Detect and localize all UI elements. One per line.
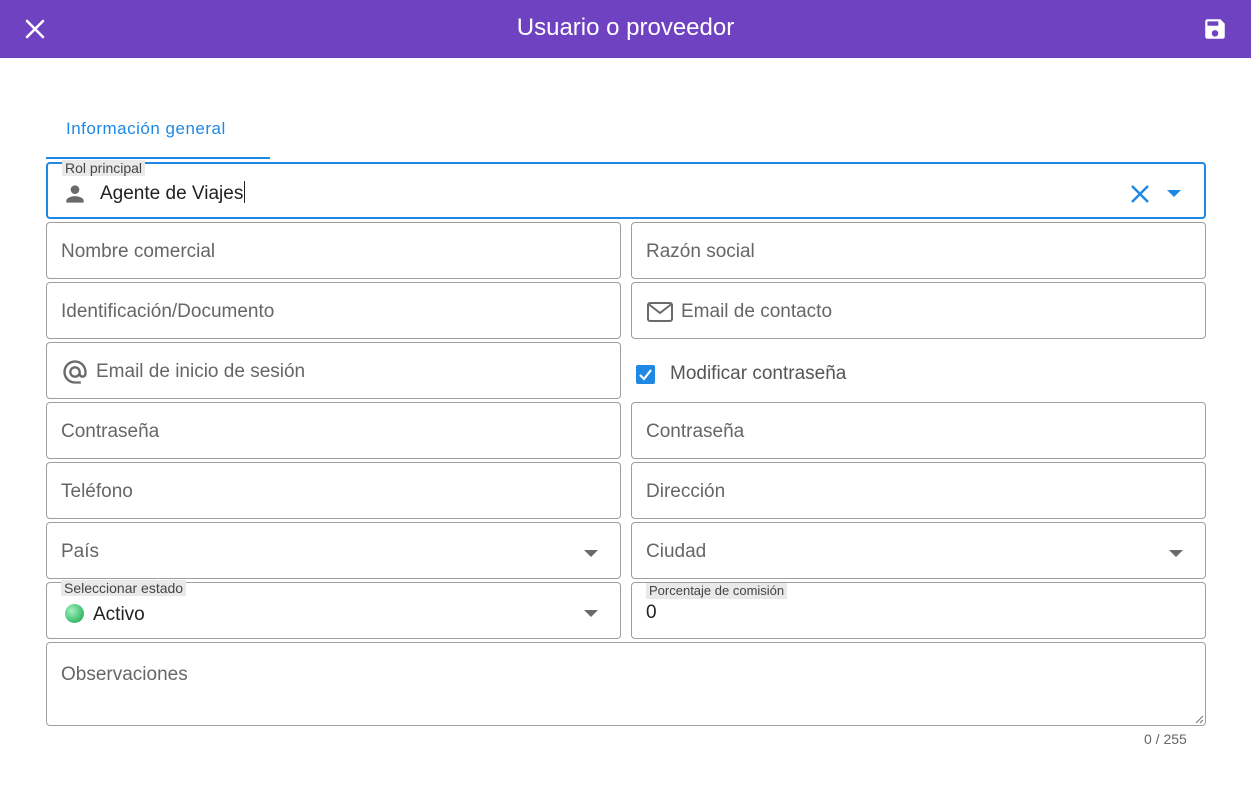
email-contacto-placeholder: Email de contacto (681, 301, 833, 322)
save-button[interactable] (1199, 13, 1231, 45)
telefono-input[interactable]: Teléfono (46, 462, 621, 519)
identificacion-input[interactable]: Identificación/Documento (46, 282, 621, 339)
chevron-down-icon (584, 610, 598, 617)
mail-icon (646, 299, 676, 325)
modificar-contrasena-row: Modificar contraseña (636, 362, 846, 386)
estado-value: Activo (93, 604, 145, 625)
person-icon (62, 181, 88, 212)
dialog-title: Usuario o proveedor (516, 14, 735, 41)
password-placeholder: Contraseña (61, 421, 160, 442)
nombre-comercial-placeholder: Nombre comercial (61, 241, 216, 262)
identificacion-placeholder: Identificación/Documento (61, 301, 275, 322)
status-dot-icon (65, 604, 84, 623)
rol-principal-label: Rol principal (62, 160, 146, 176)
email-sesion-input[interactable]: Email de inicio de sesión (46, 342, 621, 399)
password-confirm-input[interactable]: Contraseña (631, 402, 1206, 459)
at-icon (61, 359, 91, 385)
telefono-placeholder: Teléfono (61, 481, 133, 502)
password-input[interactable]: Contraseña (46, 402, 621, 459)
modificar-contrasena-label[interactable]: Modificar contraseña (670, 363, 846, 385)
email-contacto-input[interactable]: Email de contacto (631, 282, 1206, 339)
pais-placeholder: País (61, 541, 100, 562)
chevron-down-icon (584, 550, 598, 557)
chevron-down-icon[interactable] (1167, 190, 1181, 197)
save-icon (1205, 19, 1225, 39)
user-provider-dialog: Usuario o proveedor Información general … (0, 0, 1251, 800)
comision-input[interactable]: Porcentaje de comisión 0 (631, 582, 1206, 639)
observaciones-textarea[interactable]: Observaciones (46, 642, 1206, 726)
razon-social-placeholder: Razón social (646, 241, 755, 262)
email-sesion-placeholder: Email de inicio de sesión (96, 361, 306, 382)
direccion-placeholder: Dirección (646, 481, 726, 502)
clear-selection-button[interactable] (1129, 183, 1151, 205)
resize-handle-icon[interactable] (1195, 715, 1204, 724)
estado-label: Seleccionar estado (61, 580, 187, 596)
observaciones-placeholder: Observaciones (61, 664, 188, 685)
ciudad-select[interactable]: Ciudad (631, 522, 1206, 579)
razon-social-input[interactable]: Razón social (631, 222, 1206, 279)
character-counter: 0 / 255 (1144, 731, 1187, 747)
tab-informacion-general[interactable]: Información general (46, 106, 270, 159)
rol-principal-text: Agente de Viajes (100, 183, 244, 204)
modificar-contrasena-checkbox[interactable] (636, 364, 655, 384)
password-confirm-placeholder: Contraseña (646, 421, 745, 442)
pais-select[interactable]: País (46, 522, 621, 579)
rol-principal-select[interactable]: Rol principal Agente de Viajes (46, 160, 1206, 219)
direccion-input[interactable]: Dirección (631, 462, 1206, 519)
comision-label: Porcentaje de comisión (646, 583, 788, 599)
comision-value: 0 (646, 602, 657, 623)
check-icon (639, 368, 652, 381)
dialog-header: Usuario o proveedor (0, 0, 1251, 58)
chevron-down-icon (1169, 550, 1183, 557)
nombre-comercial-input[interactable]: Nombre comercial (46, 222, 621, 279)
clear-icon (1131, 185, 1149, 203)
rol-principal-value: Agente de Viajes (100, 181, 246, 205)
ciudad-placeholder: Ciudad (646, 541, 707, 562)
estado-select[interactable]: Seleccionar estado Activo (46, 580, 621, 639)
